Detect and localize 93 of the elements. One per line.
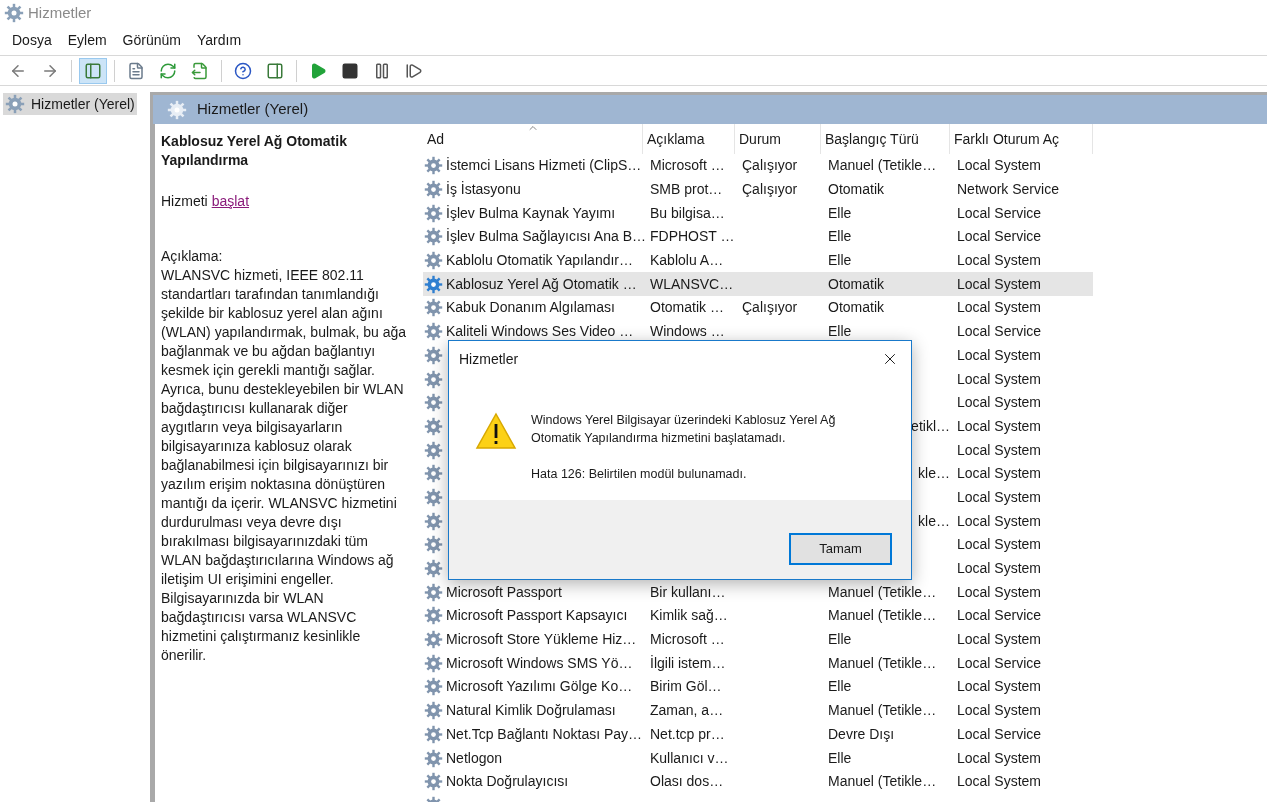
- table-cell: Local System: [957, 157, 1042, 174]
- table-cell: Network Service: [957, 181, 1059, 198]
- table-cell: SMB prot…: [650, 181, 723, 198]
- table-cell-text: Elle: [828, 203, 852, 223]
- table-cell-text: Elle: [828, 227, 852, 247]
- table-cell: Local System: [957, 536, 1042, 553]
- table-cell-text: Microsoft Yazılımı Gölge Ko…: [446, 677, 633, 697]
- table-cell: Net.tcp pr…: [650, 725, 725, 742]
- table-cell: Zaman, a…: [650, 702, 724, 719]
- table-cell: Çalışıyor: [742, 299, 798, 316]
- table-cell: Çalışıyor: [742, 181, 798, 198]
- table-cell: Windows …: [650, 323, 725, 340]
- window-title: Hizmetler: [28, 2, 92, 23]
- table-cell-text: Manuel (Tetikle…: [828, 156, 937, 176]
- table-cell-text: Elle: [828, 630, 852, 650]
- table-cell: Kullanıcı v…: [650, 749, 729, 766]
- table-cell: Local Service: [957, 654, 1042, 671]
- table-cell: Local System: [957, 299, 1042, 316]
- table-cell: Kablolu A…: [650, 252, 724, 269]
- table-cell: Olası dos…: [650, 773, 724, 790]
- table-cell-text: Otomatik: [828, 274, 884, 294]
- table-cell-text: Net.Tcp Bağlantı Noktası Pay…: [446, 724, 643, 744]
- description-text: WLANSVC hizmeti, IEEE 802.11 standartları tarafından tanımlandığı şekilde bir kablosuz yerel alan ağını (WLAN) yapılandırmak, bulmak, bu ağa bağlanmak ve bu ağdan bağlantıyı kesmek için gerekli mantığı sağlar. Ayrıca, bunu destekleyebilen bir WLAN bağdaştırıcısı kullanarak diğer aygıtların veya bilgisayarların bilgisayarınıza kablosuz olarak bağlanabilmesi için bilgisayarınızı bir yazılım erişim noktasına dönüştüren mantığı da içerir. WLANSVC hizmetini durdurulması veya devre dışı bırakılması bilgisayarınızdaki tüm WLAN bağdaştırıcılarına Windows ağ iletişim UI erişimini engeller. Bilgisayarınızda bir WLAN bağdaştırıcısı varsa WLANSVC hizmetini çalıştırmanız kesinlikle önerilir.: [161, 266, 408, 665]
- table-cell-text: Devre Dışı: [828, 724, 895, 744]
- pane-title: Hizmetler (Yerel): [197, 99, 309, 120]
- table-cell-text: Manuel (Tetikle…: [828, 582, 937, 602]
- table-cell-text: Manuel (Tetikle…: [828, 653, 937, 673]
- service-title: Kablosuz Yerel Ağ Otomatik Yapılandırma: [161, 132, 348, 170]
- table-cell-text: Manuel (Tetikle…: [828, 701, 937, 721]
- table-cell-text: İş İstasyonu: [446, 180, 521, 200]
- table-cell-text: kle…: [918, 464, 950, 484]
- table-cell-text: Elle: [828, 322, 852, 342]
- table-cell-text: Natural Kimlik Doğrulaması: [446, 701, 616, 721]
- table-cell-text: Elle: [828, 251, 852, 271]
- table-cell: Birim Göl…: [650, 678, 722, 695]
- table-cell-text: Microsoft Passport Kapsayıcı: [446, 606, 628, 626]
- table-cell: Local System: [957, 370, 1042, 387]
- table-cell-text: Microsoft Store Yükleme Hiz…: [446, 630, 637, 650]
- table-cell: Local System: [957, 583, 1042, 600]
- table-cell-text: Microsoft Windows SMS Yö…: [446, 653, 633, 673]
- table-cell-text: Netlogon: [446, 748, 503, 768]
- table-cell: İlgili istem…: [650, 654, 726, 671]
- table-cell-text: Manuel (Tetikle…: [828, 606, 937, 626]
- table-cell-text: İşlev Bulma Sağlayıcısı Ana B…: [446, 227, 646, 247]
- table-cell: Local Service: [957, 725, 1042, 742]
- description-label: Açıklama:: [161, 247, 224, 266]
- table-cell-text: Elle: [828, 748, 852, 768]
- table-cell: Local System: [957, 417, 1042, 434]
- table-cell: Local Service: [957, 323, 1042, 340]
- table-cell: Local System: [957, 749, 1042, 766]
- table-cell: Local Service: [957, 204, 1042, 221]
- table-cell: Local System: [957, 465, 1042, 482]
- error-code: Hata 126: Belirtilen modül bulunamadı.: [531, 466, 748, 483]
- table-cell: Local System: [957, 560, 1042, 577]
- table-cell-text: kle…: [918, 511, 950, 531]
- table-cell-text: Kabuk Donanım Algılaması: [446, 298, 615, 318]
- table-cell-text: Elle: [828, 677, 852, 697]
- error-message: Windows Yerel Bilgisayar üzerindeki Kablosuz Yerel Ağ Otomatik Yapılandırma hizmetini başlatamadı.: [531, 412, 837, 447]
- table-cell-text: Kaliteli Windows Ses Video …: [446, 322, 634, 342]
- table-cell: Local System: [957, 702, 1042, 719]
- table-cell: Local System: [957, 394, 1042, 411]
- table-cell-text: Nokta Doğrulayıcısı: [446, 772, 569, 792]
- table-cell: FDPHOST …: [650, 228, 735, 245]
- table-cell: Local System: [957, 346, 1042, 363]
- table-cell: Local Service: [957, 607, 1042, 624]
- table-cell: Local System: [957, 512, 1042, 529]
- table-cell: Local System: [957, 275, 1042, 292]
- table-cell: Local System: [957, 631, 1042, 648]
- table-cell: Bir kullanı…: [650, 583, 726, 600]
- table-cell: Otomatik …: [650, 299, 724, 316]
- table-cell: Local System: [957, 773, 1042, 790]
- table-cell: WLANSVC…: [650, 275, 734, 292]
- table-cell: Çalışıyor: [742, 157, 798, 174]
- table-cell-text: Otomatik: [828, 180, 884, 200]
- table-cell: Local System: [957, 678, 1042, 695]
- table-cell-text: etikl…: [911, 416, 950, 436]
- table-cell-text: Kablosuz Yerel Ağ Otomatik …: [446, 274, 637, 294]
- table-cell-text: İstemci Lisans Hizmeti (ClipS…: [446, 156, 642, 176]
- table-cell-text: Microsoft Passport: [446, 582, 562, 602]
- table-cell: Local System: [957, 252, 1042, 269]
- dialog-title: Hizmetler: [459, 349, 519, 369]
- table-cell: Local Service: [957, 228, 1042, 245]
- table-cell: Local System: [957, 488, 1042, 505]
- table-cell: Bu bilgisa…: [650, 204, 725, 221]
- table-cell: Microsoft …: [650, 157, 725, 174]
- table-cell-text: Kablolu Otomatik Yapılandır…: [446, 251, 634, 271]
- table-cell: Microsoft …: [650, 631, 725, 648]
- table-cell-text: Otomatik: [828, 298, 884, 318]
- table-cell: Kimlik sağ…: [650, 607, 728, 624]
- table-cell-text: İşlev Bulma Kaynak Yayımı: [446, 203, 616, 223]
- action-label: Hizmeti: [161, 192, 208, 211]
- table-cell-text: Manuel (Tetikle…: [828, 772, 937, 792]
- table-cell: Local System: [957, 441, 1042, 458]
